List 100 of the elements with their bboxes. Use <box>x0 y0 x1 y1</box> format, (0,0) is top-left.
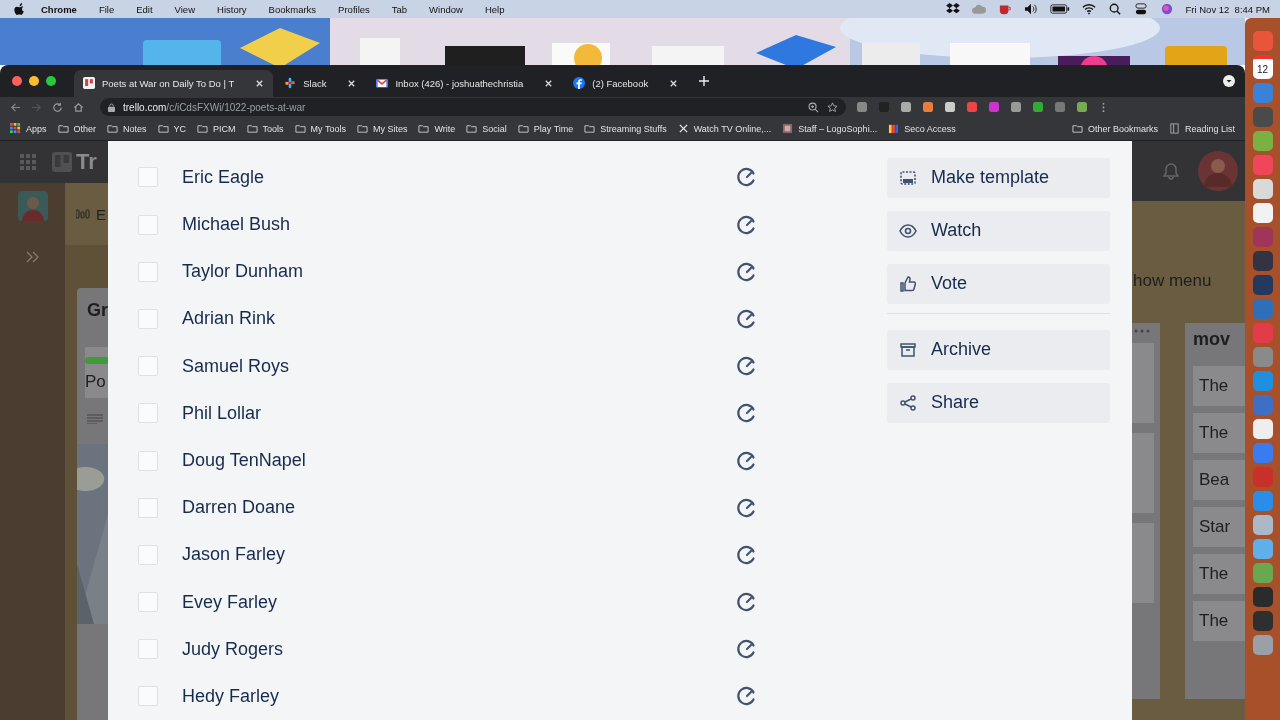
extension-icon[interactable] <box>1076 101 1088 114</box>
bookmark[interactable]: My Tools <box>294 123 346 135</box>
checkbox[interactable] <box>138 592 158 612</box>
clock-icon[interactable] <box>737 214 757 235</box>
more-icon[interactable] <box>1134 328 1150 333</box>
list-title[interactable]: mov <box>1193 328 1245 350</box>
bookmark[interactable]: Watch TV Online,... <box>677 123 772 135</box>
bookmark[interactable]: Apps <box>10 123 47 135</box>
app-icon[interactable] <box>1251 538 1274 560</box>
app-icon[interactable] <box>1251 250 1274 272</box>
bookmark[interactable]: Social <box>466 123 507 135</box>
tab-search-icon[interactable] <box>1223 74 1235 87</box>
reload-icon[interactable] <box>52 101 63 113</box>
card[interactable]: Star <box>1193 506 1245 547</box>
extension-icon[interactable] <box>1032 101 1044 114</box>
checkbox[interactable] <box>138 403 158 424</box>
checkbox[interactable] <box>138 356 158 377</box>
card[interactable]: The <box>1193 600 1245 641</box>
checklist-item[interactable]: Darren Doane <box>182 497 737 519</box>
checkbox[interactable] <box>138 497 158 518</box>
expand-icon[interactable] <box>25 251 40 263</box>
bookmark[interactable]: Other <box>57 123 97 135</box>
menu-item[interactable]: History <box>217 3 247 15</box>
zoom-icon[interactable] <box>808 101 819 113</box>
checklist-item[interactable]: Adrian Rink <box>182 308 737 330</box>
checklist-item[interactable]: Phil Lollar <box>182 402 737 424</box>
app-icon[interactable] <box>1251 418 1274 440</box>
bookmark[interactable]: Streaming Stuffs <box>584 123 667 135</box>
bookmark[interactable]: Play Time <box>517 123 574 135</box>
checklist-item[interactable]: Doug TenNapel <box>182 450 737 471</box>
cloud-icon[interactable] <box>971 3 986 15</box>
checklist-item[interactable]: Eric Eagle <box>182 166 737 188</box>
checkbox[interactable] <box>138 686 158 707</box>
clock-icon[interactable] <box>737 356 757 377</box>
checklist-item[interactable]: Hedy Farley <box>182 685 737 707</box>
bookmark[interactable]: Seco Access <box>888 123 956 135</box>
zoom-window-button[interactable] <box>46 75 56 86</box>
apple-icon[interactable] <box>14 3 25 15</box>
card[interactable]: The <box>1193 553 1245 594</box>
clock-icon[interactable] <box>737 309 757 329</box>
menu-item[interactable]: Edit <box>136 3 153 15</box>
app-icon[interactable] <box>1251 610 1274 632</box>
logo-icon[interactable] <box>52 151 72 172</box>
checkbox[interactable] <box>138 309 158 329</box>
card[interactable]: Bea <box>1193 459 1245 500</box>
checklist-item[interactable]: Jason Farley <box>182 544 737 566</box>
list-title[interactable]: Gr <box>87 300 108 321</box>
app-menu[interactable]: Chrome <box>41 3 77 15</box>
checklist-item[interactable]: Evey Farley <box>182 591 737 613</box>
bookmark[interactable]: Staff – LogoSophi... <box>782 123 878 135</box>
bookmark[interactable]: PICM <box>197 123 236 135</box>
clock-icon[interactable] <box>737 639 757 660</box>
clock-icon[interactable] <box>737 592 757 612</box>
browser-tab[interactable]: Poets at War on Daily To Do | T <box>74 69 274 97</box>
checklist-item[interactable]: Samuel Roys <box>182 355 737 377</box>
back-icon[interactable] <box>10 101 21 113</box>
calendar-icon[interactable]: 12 <box>1252 55 1273 79</box>
bookmark[interactable]: Tools <box>246 123 284 135</box>
app-icon[interactable] <box>1251 586 1274 608</box>
clock-icon[interactable] <box>737 167 757 188</box>
browser-tab[interactable]: Slack <box>275 69 366 97</box>
clock-icon[interactable] <box>737 686 757 707</box>
bookmark[interactable]: Notes <box>107 123 147 135</box>
extension-icon[interactable] <box>922 101 934 114</box>
clock-icon[interactable] <box>737 497 757 518</box>
card[interactable]: The <box>1193 365 1245 406</box>
bookmark[interactable]: YC <box>157 123 187 135</box>
app-grid-icon[interactable] <box>20 153 36 170</box>
browser-tab[interactable]: (2) Facebook <box>564 69 688 97</box>
menu-item[interactable]: Profiles <box>338 3 370 15</box>
extension-icon[interactable] <box>966 101 978 114</box>
checkbox[interactable] <box>138 167 158 188</box>
checklist-item[interactable]: Taylor Dunham <box>182 261 737 283</box>
address-bar[interactable]: trello.com/c/iCdsFXWi/1022-poets-at-war <box>100 98 846 117</box>
browser-tab[interactable]: Inbox (426) - joshuathechristia <box>367 69 563 97</box>
clock-icon[interactable] <box>737 403 757 424</box>
close-icon[interactable] <box>255 78 265 88</box>
menu-item[interactable]: Bookmarks <box>268 3 317 15</box>
checkbox[interactable] <box>138 214 158 235</box>
star-icon[interactable] <box>827 101 838 113</box>
bookmark[interactable]: Write <box>418 123 456 135</box>
forward-icon[interactable] <box>31 101 42 113</box>
close-window-button[interactable] <box>12 75 22 86</box>
close-icon[interactable] <box>347 78 357 88</box>
checklist-item[interactable]: Judy Rogers <box>182 638 737 660</box>
action-button[interactable]: Share <box>887 382 1110 423</box>
app-icon[interactable] <box>1251 130 1274 152</box>
app-icon[interactable] <box>1251 514 1274 536</box>
avatar-icon[interactable] <box>1198 150 1238 191</box>
clock-icon[interactable] <box>737 450 757 471</box>
checkbox[interactable] <box>138 544 158 565</box>
menu-item[interactable]: File <box>98 3 115 15</box>
bookmark[interactable]: Other Bookmarks <box>1071 123 1158 135</box>
menu-item[interactable]: Window <box>429 3 463 15</box>
bell-icon[interactable] <box>1163 161 1179 180</box>
checkbox[interactable] <box>138 450 158 471</box>
search-icon[interactable] <box>1107 3 1122 15</box>
extension-icon[interactable] <box>900 101 912 114</box>
close-icon[interactable] <box>669 78 679 88</box>
wifi-icon[interactable] <box>1081 3 1096 15</box>
